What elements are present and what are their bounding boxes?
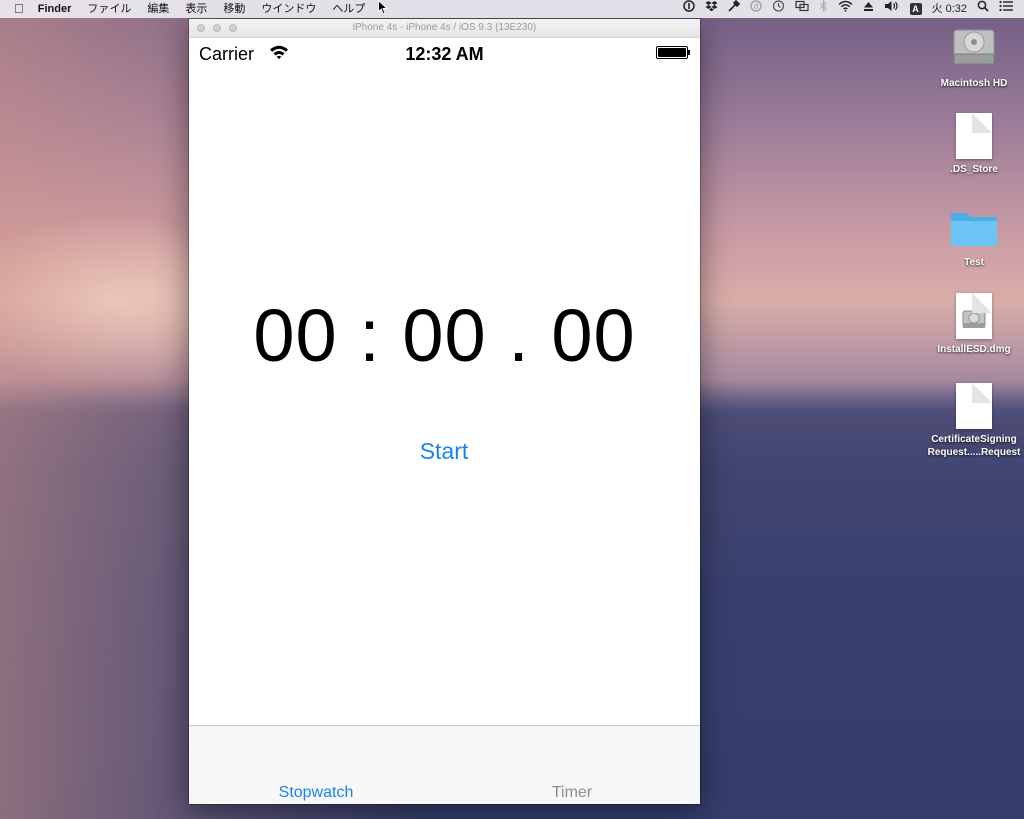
tab-timer[interactable]: Timer xyxy=(492,784,652,802)
menu-clock[interactable]: 火 0:32 xyxy=(927,0,972,18)
svg-text:d: d xyxy=(753,3,757,11)
hard-drive-icon xyxy=(951,24,997,73)
desktop-item-label: Macintosh HD xyxy=(940,78,1008,89)
start-button[interactable]: Start xyxy=(394,436,494,466)
ios-status-bar: Carrier 12:32 AM xyxy=(189,38,700,68)
desktop-item-installesd[interactable]: InstallESD.dmg xyxy=(924,293,1024,356)
menu-window[interactable]: ウインドウ xyxy=(253,0,324,18)
desktop-item-macintosh-hd[interactable]: Macintosh HD xyxy=(924,24,1024,90)
desktop-item-test-folder[interactable]: Test xyxy=(924,207,1024,269)
simulator-window: iPhone 4s - iPhone 4s / iOS 9.3 (13E230)… xyxy=(189,19,700,804)
menu-view[interactable]: 表示 xyxy=(177,0,215,18)
menu-bar:  Finder ファイル 編集 表示 移動 ウインドウ ヘルプ d xyxy=(0,0,1024,18)
wifi-menu-icon[interactable] xyxy=(833,0,858,18)
menu-file[interactable]: ファイル xyxy=(79,0,139,18)
desktop-item-label: InstallESD.dmg xyxy=(937,344,1011,355)
document-icon xyxy=(956,383,992,429)
input-source-label: A xyxy=(909,3,922,15)
sync-icon[interactable]: d xyxy=(745,0,767,18)
menu-edit[interactable]: 編集 xyxy=(139,0,177,18)
iphone-screen: Carrier 12:32 AM 00 : 00 . 00 Start Stop… xyxy=(189,38,700,804)
tab-bar: Stopwatch Timer xyxy=(189,725,700,804)
stopwatch-time-display: 00 : 00 . 00 xyxy=(253,294,636,377)
apple-menu-icon[interactable]:  xyxy=(0,0,30,18)
status-bar-time: 12:32 AM xyxy=(405,44,484,64)
info-icon[interactable] xyxy=(678,0,700,18)
display-mirror-icon[interactable] xyxy=(790,0,814,18)
desktop:  Finder ファイル 編集 表示 移動 ウインドウ ヘルプ d xyxy=(0,0,1024,819)
input-source-indicator[interactable]: A xyxy=(905,0,927,18)
menu-go[interactable]: 移動 xyxy=(215,0,253,18)
time-machine-icon[interactable] xyxy=(767,0,790,18)
disk-image-icon xyxy=(956,293,992,339)
zoom-window-button[interactable] xyxy=(229,24,237,32)
tools-icon[interactable] xyxy=(723,0,745,18)
notification-center-icon[interactable] xyxy=(994,0,1018,18)
desktop-item-label: .DS_Store xyxy=(950,164,998,175)
simulator-title-bar[interactable]: iPhone 4s - iPhone 4s / iOS 9.3 (13E230) xyxy=(189,19,700,38)
tab-stopwatch[interactable]: Stopwatch xyxy=(236,784,396,802)
mouse-cursor-icon xyxy=(378,0,388,20)
menu-help[interactable]: ヘルプ xyxy=(324,0,373,18)
simulator-title: iPhone 4s - iPhone 4s / iOS 9.3 (13E230) xyxy=(352,22,537,33)
desktop-item-label-line1: CertificateSigning xyxy=(931,434,1017,445)
desktop-item-label: Test xyxy=(964,257,984,268)
desktop-item-ds-store[interactable]: .DS_Store xyxy=(924,113,1024,176)
desktop-item-label-line2: Request.....Request xyxy=(927,447,1021,458)
eject-icon[interactable] xyxy=(858,0,879,18)
close-window-button[interactable] xyxy=(197,24,205,32)
dropbox-icon[interactable] xyxy=(700,0,723,18)
desktop-item-certificate-signing-request[interactable]: CertificateSigning Request.....Request xyxy=(924,383,1024,459)
document-icon xyxy=(956,113,992,159)
spotlight-search-icon[interactable] xyxy=(972,0,994,18)
menu-app-name[interactable]: Finder xyxy=(30,0,80,18)
battery-icon xyxy=(656,46,690,59)
bluetooth-icon[interactable] xyxy=(814,0,833,18)
minimize-window-button[interactable] xyxy=(213,24,221,32)
volume-icon[interactable] xyxy=(879,0,905,18)
folder-icon xyxy=(949,207,999,252)
